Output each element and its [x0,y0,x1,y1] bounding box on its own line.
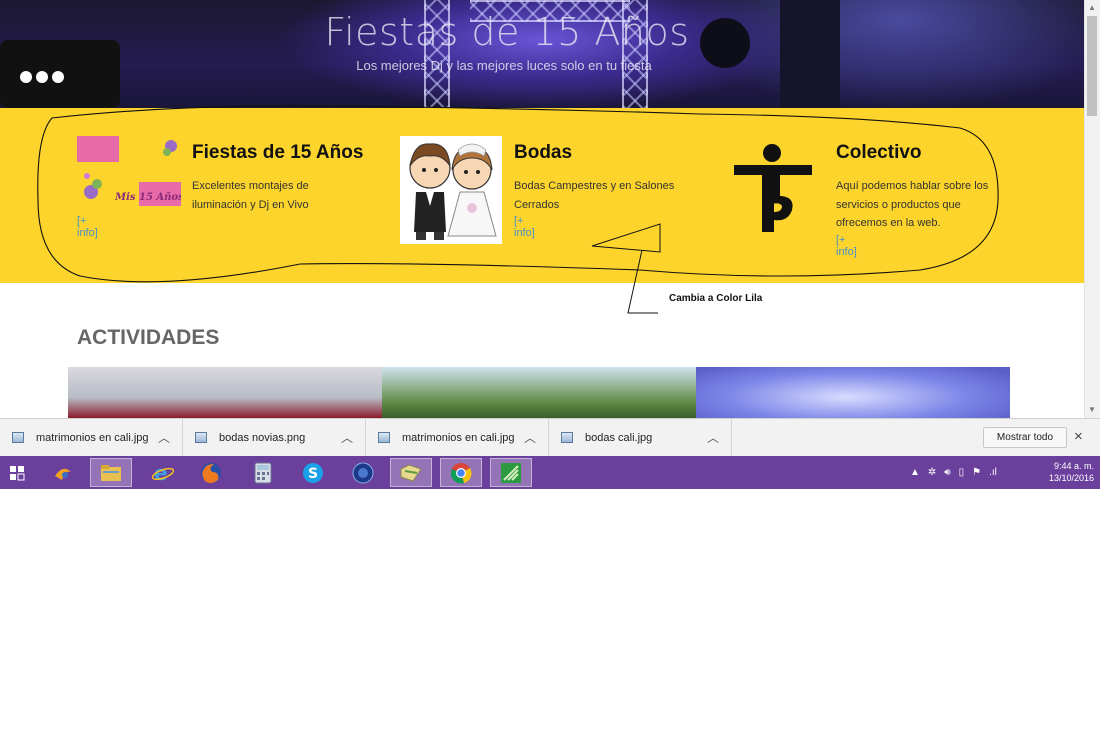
image-file-icon [12,432,24,443]
green-app-icon [501,462,521,483]
clock-date: 13/10/2016 [1048,473,1094,483]
carousel-dots[interactable] [20,71,64,83]
start-button[interactable] [0,458,34,487]
chevron-up-icon[interactable]: ︿ [158,429,170,446]
service-description: Bodas Campestres y en Salones Cerrados [514,180,675,211]
service-more-info-link[interactable]: [+ info] [836,234,857,258]
winamp-icon [55,468,71,480]
section-title: ACTIVIDADES [77,326,220,349]
download-filename: matrimonios en cali.jpg [36,432,149,444]
download-filename: bodas cali.jpg [585,432,653,444]
taskbar-app-green[interactable] [490,458,532,487]
show-hidden-icons-icon[interactable]: ▲ [910,467,920,478]
download-item[interactable]: bodas cali.jpg ︿ [549,419,732,457]
signal-icon[interactable]: .ıl [989,467,997,478]
download-item[interactable]: matrimonios en cali.jpg ︿ [366,419,549,457]
taskbar-app-firefox[interactable] [190,458,232,487]
svg-text:S: S [308,466,318,482]
image-file-icon [195,432,207,443]
chevron-up-icon[interactable]: ︿ [341,429,353,446]
taskbar-app-calculator[interactable] [242,458,284,487]
volume-icon[interactable]: 🔊︎ [944,467,950,478]
chevron-up-icon[interactable]: ︿ [707,429,719,446]
windows-logo-icon [10,465,25,480]
taskbar-app-chrome[interactable] [440,458,482,487]
taskbar-app-winamp[interactable] [42,458,84,487]
screen: Fiestas de 15 Años Los mejores Dj y las … [0,0,1100,742]
person-pose-icon [734,144,812,232]
system-tray: ▲ ✲ 🔊︎ ▯ ⚑ .ıl [910,456,997,489]
image-file-icon [378,432,390,443]
hero-subtitle: Los mejores Dj y las mejores luces solo … [356,58,652,73]
annotation-text: Cambia a Color Lila [669,293,763,304]
network-sync-icon[interactable]: ✲ [928,467,936,478]
service-description: Aquí podemos hablar sobre los servicios … [836,180,989,229]
taskbar-app-globe[interactable] [342,458,384,487]
image-file-icon [561,432,573,443]
taskbar-app-folder[interactable] [390,458,432,487]
download-item[interactable]: bodas novias.png ︿ [183,419,366,457]
activities-gallery [68,367,1010,418]
skype-icon: S [303,462,323,483]
service-title: Bodas [514,142,573,163]
chevron-up-icon[interactable]: ︿ [524,429,536,446]
flag-icon[interactable]: ⚑ [972,467,981,478]
carousel-dot[interactable] [36,71,48,83]
service-more-info-link[interactable]: [+ info] [514,215,535,239]
gallery-image[interactable] [382,367,696,418]
gallery-image[interactable] [68,367,382,418]
gallery-image[interactable] [696,367,1010,418]
taskbar-app-internet-explorer[interactable]: e [142,458,184,487]
scroll-down-arrow-icon[interactable]: ▼ [1084,404,1100,416]
scrollbar-thumb[interactable] [1087,16,1097,116]
windows-taskbar: e S ▲ ✲ 🔊︎ ▯ ⚑ .ıl 9:44 a. m. 13/10/2016 [0,456,1100,489]
firefox-icon [201,462,221,483]
close-icon[interactable]: × [1074,428,1083,445]
download-filename: matrimonios en cali.jpg [402,432,515,444]
browser-viewport: Fiestas de 15 Años Los mejores Dj y las … [0,0,1100,418]
service-title: Colectivo [836,142,922,163]
quinceanera-image: Mis 15 Años [77,136,181,206]
services-section: Mis 15 Años Fiestas de 15 Años Excelente… [0,108,1084,283]
clock-time: 9:44 a. m. [1053,461,1094,471]
download-filename: bodas novias.png [219,432,306,444]
chrome-icon [450,462,472,483]
quinceanera-image-text: Mis 15 Años [114,192,181,203]
service-title: Fiestas de 15 Años [192,142,364,163]
service-more-info-link[interactable]: [+ info] [77,215,98,239]
hero-title: Fiestas de 15 Años [324,10,690,54]
carousel-dot[interactable] [20,71,32,83]
hero-banner: Fiestas de 15 Años Los mejores Dj y las … [0,0,1084,108]
folder-icon [101,464,121,481]
service-description: Excelentes montajes de iluminación y Dj … [192,180,309,211]
internet-explorer-icon: e [151,462,175,484]
downloads-bar: matrimonios en cali.jpg ︿ bodas novias.p… [0,418,1100,457]
taskbar-app-skype[interactable]: S [292,458,334,487]
taskbar-app-file-explorer[interactable] [90,458,132,487]
folder-open-icon [400,463,422,482]
globe-icon [352,462,374,483]
calculator-icon [254,462,272,483]
battery-icon[interactable]: ▯ [959,467,965,478]
carousel-dot[interactable] [52,71,64,83]
taskbar-clock[interactable]: 9:44 a. m. 13/10/2016 [1022,460,1094,484]
download-item[interactable]: matrimonios en cali.jpg ︿ [0,419,183,457]
scroll-up-arrow-icon[interactable]: ▲ [1084,2,1100,14]
wedding-couple-image [400,136,502,244]
show-all-downloads-button[interactable]: Mostrar todo [983,427,1067,448]
